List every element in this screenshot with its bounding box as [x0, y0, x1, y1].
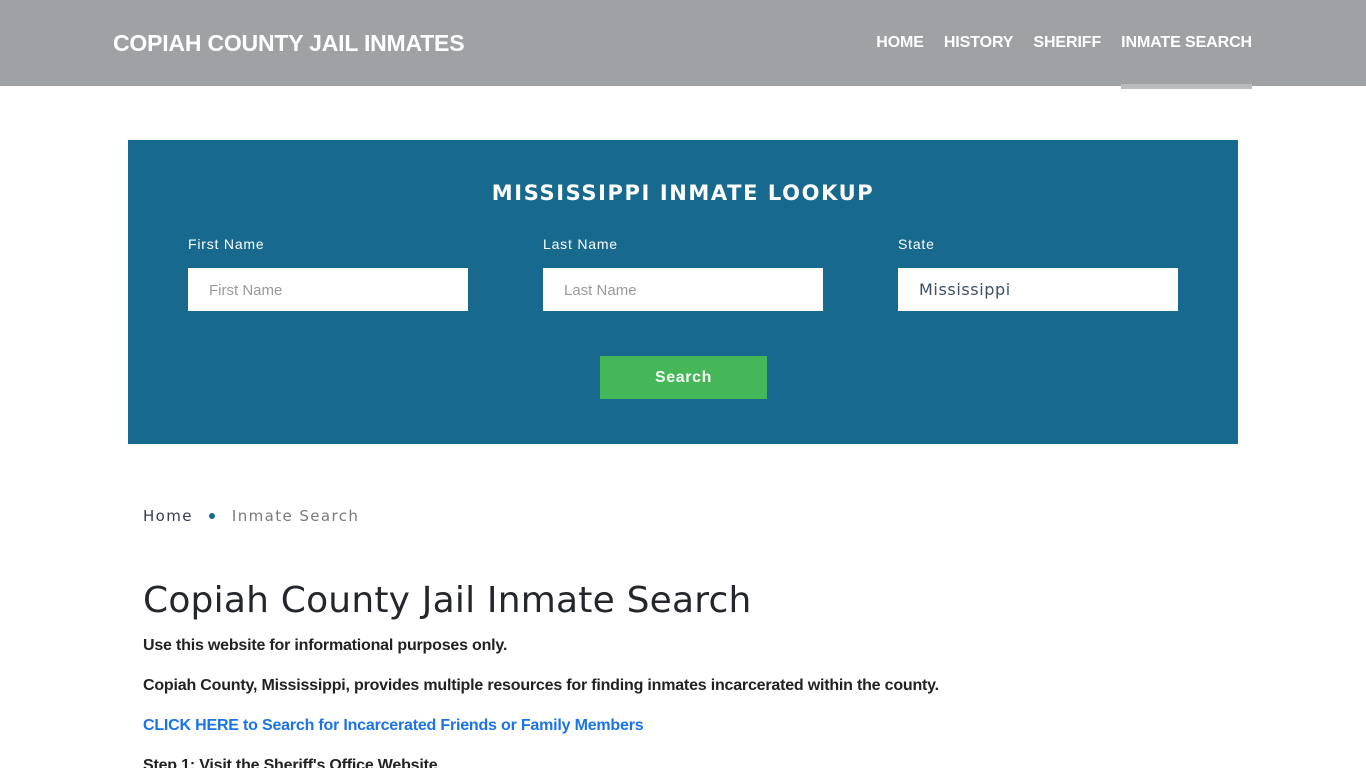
breadcrumb-separator-dot-icon: [208, 513, 215, 519]
first-name-field: First Name: [188, 236, 468, 311]
nav-item-home[interactable]: HOME: [876, 0, 924, 89]
last-name-input[interactable]: [543, 268, 823, 311]
state-input[interactable]: [898, 268, 1178, 311]
intro-text: Copiah County, Mississippi, provides mul…: [143, 677, 939, 694]
nav-item-history[interactable]: HISTORY: [944, 0, 1014, 89]
search-friends-link[interactable]: CLICK HERE to Search for Incarcerated Fr…: [143, 717, 644, 735]
site-brand-link[interactable]: COPIAH COUNTY JAIL INMATES: [113, 30, 465, 57]
disclaimer-text: Use this website for informational purpo…: [143, 637, 508, 654]
state-label: State: [898, 236, 935, 252]
nav-item-inmate-search[interactable]: INMATE SEARCH: [1121, 0, 1252, 89]
state-field: State: [898, 236, 1178, 311]
breadcrumb-current: Inmate Search: [231, 507, 360, 525]
page-title: Copiah County Jail Inmate Search: [143, 580, 752, 621]
search-button[interactable]: Search: [600, 356, 767, 399]
last-name-label: Last Name: [543, 236, 618, 252]
breadcrumb: Home Inmate Search: [143, 507, 359, 525]
last-name-field: Last Name: [543, 236, 823, 311]
step-1-heading: Step 1: Visit the Sheriff's Office Websi…: [143, 757, 438, 768]
lookup-title: MISSISSIPPI INMATE LOOKUP: [491, 181, 875, 205]
nav-item-sheriff[interactable]: SHERIFF: [1033, 0, 1101, 89]
first-name-label: First Name: [188, 236, 265, 252]
top-navigation-bar: COPIAH COUNTY JAIL INMATES HOME HISTORY …: [0, 0, 1366, 89]
breadcrumb-home-link[interactable]: Home: [143, 507, 193, 525]
main-nav: HOME HISTORY SHERIFF INMATE SEARCH: [856, 0, 1252, 89]
first-name-input[interactable]: [188, 268, 468, 311]
